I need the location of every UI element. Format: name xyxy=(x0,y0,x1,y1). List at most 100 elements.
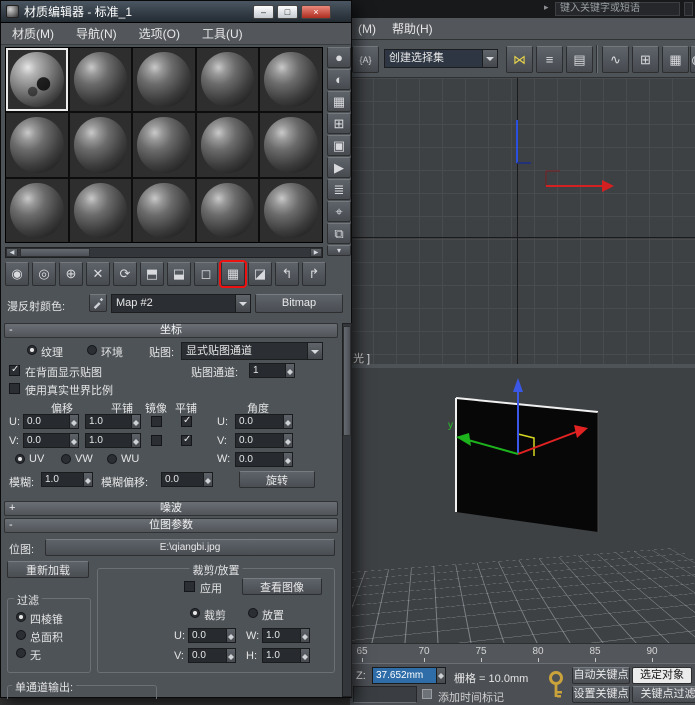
spinner-icon[interactable] xyxy=(131,415,140,428)
show-end-result-icon[interactable]: ◪ xyxy=(248,262,272,286)
menu-options[interactable]: 选项(O) xyxy=(128,25,191,42)
video-color-check-icon[interactable]: ▣ xyxy=(327,135,351,156)
scroll-down-icon[interactable]: ▾ xyxy=(327,245,351,256)
rollout-noise[interactable]: + 噪波 xyxy=(4,501,338,516)
map-name-dropdown[interactable]: Map #2 xyxy=(111,294,251,313)
scrollbar-thumb[interactable] xyxy=(20,248,90,257)
scrollbar-thumb[interactable] xyxy=(343,326,351,436)
material-slot[interactable] xyxy=(197,48,259,111)
named-selection-set-dropdown[interactable]: 创建选择集 xyxy=(384,49,498,68)
spinner-icon[interactable] xyxy=(300,629,309,642)
blur-field[interactable]: 1.0 xyxy=(41,472,93,487)
reset-map-icon[interactable]: ✕ xyxy=(86,262,110,286)
spinner-icon[interactable] xyxy=(283,453,292,466)
make-material-copy-icon[interactable]: ⟳ xyxy=(113,262,137,286)
spinner-icon[interactable] xyxy=(283,434,292,447)
crop-u-field[interactable]: 0.0 xyxy=(188,628,236,643)
checkbox-real-world-scale[interactable] xyxy=(9,383,20,394)
backlight-icon[interactable]: ◐ xyxy=(327,69,351,90)
infocenter-help-icon[interactable] xyxy=(684,2,693,16)
radio-pyramid[interactable] xyxy=(16,612,26,622)
menu-navigation[interactable]: 导航(N) xyxy=(65,25,128,42)
radio-texture[interactable] xyxy=(27,345,37,355)
rollout-bitmap-parameters[interactable]: - 位图参数 xyxy=(4,518,338,533)
assign-material-to-selection-icon[interactable]: ⊕ xyxy=(59,262,83,286)
radio-summed-area[interactable] xyxy=(16,630,26,640)
material-slot[interactable] xyxy=(260,179,322,242)
chevron-down-icon[interactable] xyxy=(482,50,497,67)
collapse-icon[interactable]: - xyxy=(9,519,13,532)
crop-h-field[interactable]: 1.0 xyxy=(262,648,310,663)
collapse-icon[interactable]: - xyxy=(9,324,13,337)
edit-named-selection-sets-icon[interactable]: {A} xyxy=(352,46,379,73)
search-input[interactable]: 键入关键字或短语 xyxy=(555,2,680,16)
viewport-perspective[interactable]: y xyxy=(350,368,695,643)
make-unique-icon[interactable]: ⬒ xyxy=(140,262,164,286)
spinner-icon[interactable] xyxy=(69,434,78,447)
material-editor-titlebar[interactable]: 材质编辑器 - 标准_1 – □ × xyxy=(1,1,351,23)
material-map-navigator-icon[interactable]: ⧉ xyxy=(327,223,351,244)
material-slot[interactable] xyxy=(133,113,195,176)
v-angle-field[interactable]: 0.0 xyxy=(235,433,293,448)
layer-manager-icon[interactable]: ▤ xyxy=(566,46,593,73)
key-filters-button[interactable]: 关键点过滤器... xyxy=(632,686,695,703)
render-setup-icon[interactable]: ▦ xyxy=(662,46,689,73)
spinner-icon[interactable] xyxy=(69,415,78,428)
chevron-down-icon[interactable] xyxy=(235,295,250,312)
material-slot[interactable] xyxy=(260,113,322,176)
chevron-down-icon[interactable] xyxy=(307,343,322,359)
crop-v-field[interactable]: 0.0 xyxy=(188,648,236,663)
auto-key-button[interactable]: 自动关键点 xyxy=(572,667,630,684)
slot-scrollbar[interactable]: ◀ ▶ xyxy=(5,247,323,258)
curve-editor-icon[interactable]: ∿ xyxy=(602,46,629,73)
material-id-channel-icon[interactable]: ◻ xyxy=(194,262,218,286)
timeline[interactable]: 65 70 75 80 85 90 xyxy=(350,643,695,663)
radio-environment[interactable] xyxy=(87,345,97,355)
v-tiling-field[interactable]: 1.0 xyxy=(85,433,141,448)
sample-type-icon[interactable]: ● xyxy=(327,47,351,68)
spinner-icon[interactable] xyxy=(83,473,92,486)
options-icon[interactable]: ≣ xyxy=(327,179,351,200)
material-slot[interactable] xyxy=(133,48,195,111)
spinner-icon[interactable] xyxy=(203,473,212,486)
map-channel-field[interactable]: 1 xyxy=(249,363,295,378)
material-slot[interactable] xyxy=(70,113,132,176)
rotate-button[interactable]: 旋转 xyxy=(239,471,315,488)
make-preview-icon[interactable]: ▶ xyxy=(327,157,351,178)
mirror-icon[interactable]: ⋈ xyxy=(506,46,533,73)
set-key-icon[interactable] xyxy=(546,670,566,702)
schematic-view-icon[interactable]: ⊞ xyxy=(632,46,659,73)
menu-fragment[interactable]: (M) xyxy=(350,22,384,36)
radio-vw[interactable] xyxy=(61,454,71,464)
menu-material[interactable]: 材质(M) xyxy=(1,25,65,42)
material-slot[interactable] xyxy=(197,179,259,242)
material-slot[interactable] xyxy=(197,113,259,176)
spinner-icon[interactable] xyxy=(226,649,235,662)
checkbox-v-tile[interactable] xyxy=(181,435,192,446)
material-slot[interactable] xyxy=(260,48,322,111)
radio-wu[interactable] xyxy=(107,454,117,464)
checkbox-apply[interactable] xyxy=(184,581,195,592)
spinner-icon[interactable] xyxy=(285,364,294,377)
mapping-dropdown[interactable]: 显式贴图通道 xyxy=(181,342,323,360)
scroll-right-icon[interactable]: ▶ xyxy=(310,248,322,257)
checkbox-show-on-back[interactable] xyxy=(9,365,20,376)
render-production-icon[interactable]: ◍ xyxy=(690,46,695,73)
menu-utilities[interactable]: 工具(U) xyxy=(191,25,254,42)
material-slot[interactable] xyxy=(70,179,132,242)
z-spinner-icon[interactable] xyxy=(436,668,445,683)
maximize-button[interactable]: □ xyxy=(277,5,298,19)
spinner-icon[interactable] xyxy=(226,629,235,642)
put-material-to-scene-icon[interactable]: ◎ xyxy=(32,262,56,286)
checkbox-v-mirror[interactable] xyxy=(151,435,162,446)
minimize-button[interactable]: – xyxy=(253,5,274,19)
crop-w-field[interactable]: 1.0 xyxy=(262,628,310,643)
add-time-tag[interactable]: 添加时间标记 xyxy=(438,689,504,705)
set-key-button[interactable]: 设置关键点 xyxy=(572,686,630,703)
viewport-top[interactable] xyxy=(350,78,695,364)
u-offset-field[interactable]: 0.0 xyxy=(23,414,79,429)
material-slot[interactable] xyxy=(70,48,132,111)
spinner-icon[interactable] xyxy=(131,434,140,447)
view-image-button[interactable]: 查看图像 xyxy=(242,578,322,595)
get-material-icon[interactable]: ◉ xyxy=(5,262,29,286)
